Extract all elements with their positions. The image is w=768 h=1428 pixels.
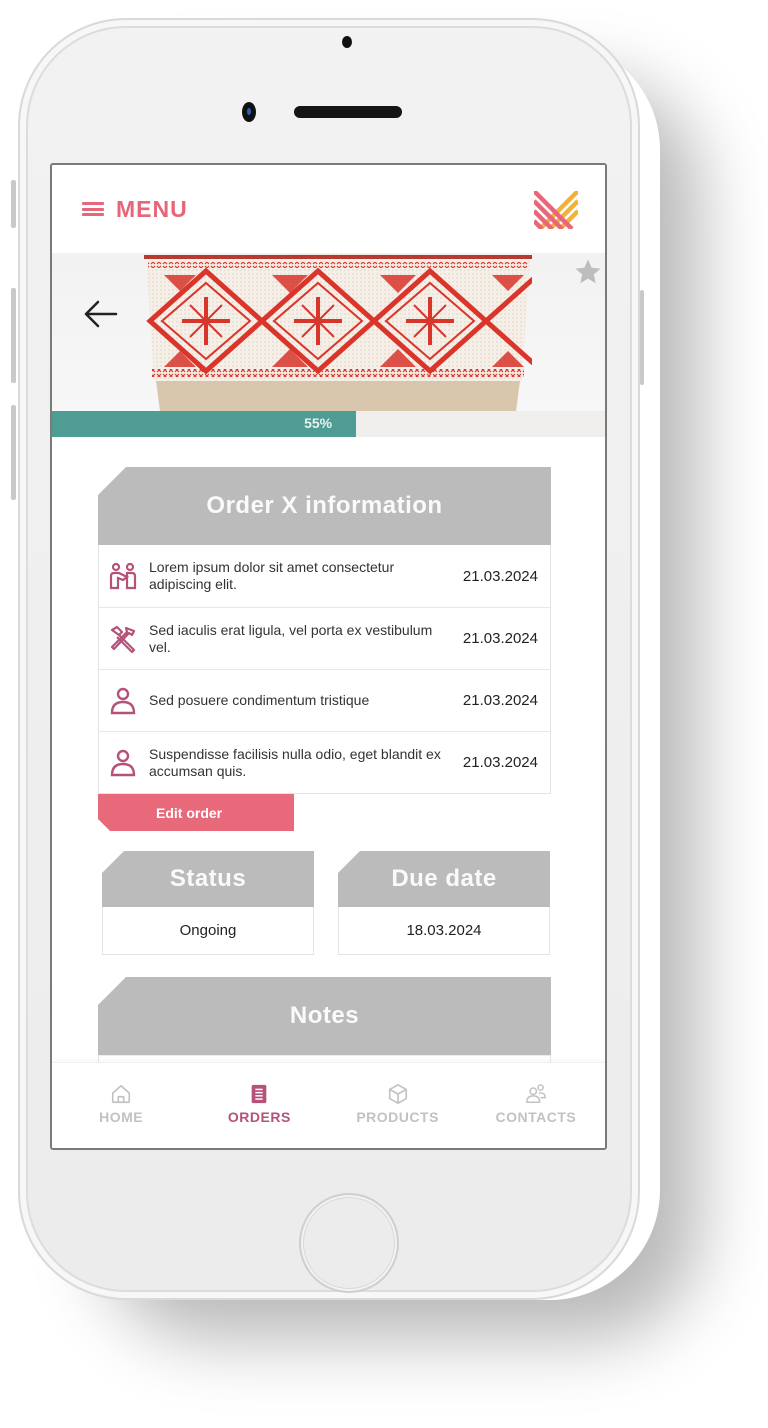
edit-order-button[interactable]: Edit order bbox=[98, 794, 294, 831]
hamburger-icon bbox=[82, 202, 104, 216]
order-info-row-text: Suspendisse facilisis nulla odio, eget b… bbox=[149, 745, 441, 779]
progress-label: 55% bbox=[304, 415, 333, 431]
due-date-card: Due date 18.03.2024 bbox=[338, 851, 550, 955]
order-info-card: Order X information Lorem ipsum dolor si… bbox=[98, 467, 551, 831]
order-info-row-text: Lorem ipsum dolor sit amet consectetur a… bbox=[149, 559, 395, 592]
order-info-title: Order X information bbox=[206, 492, 443, 519]
home-hardware-button[interactable] bbox=[299, 1193, 399, 1293]
person-icon bbox=[110, 687, 136, 714]
box-icon bbox=[388, 1083, 407, 1104]
contacts-icon bbox=[525, 1083, 546, 1103]
order-info-row-date: 21.03.2024 bbox=[462, 567, 538, 585]
arrow-left-icon[interactable] bbox=[82, 299, 118, 329]
mockup-stage: MENU 55% Order X information Lorem ipsum… bbox=[0, 0, 768, 1428]
due-date-title: Due date bbox=[391, 865, 497, 892]
nav-label-home: HOME bbox=[99, 1108, 144, 1125]
order-info-row[interactable]: Sed iaculis erat ligula, vel porta ex ve… bbox=[99, 607, 550, 669]
order-info-row[interactable]: Suspendisse facilisis nulla odio, eget b… bbox=[99, 731, 550, 793]
due-date-header: Due date bbox=[338, 851, 550, 907]
orders-icon bbox=[252, 1084, 267, 1103]
woven-logo-icon[interactable] bbox=[534, 191, 578, 229]
status-card: Status Ongoing bbox=[102, 851, 314, 955]
front-camera bbox=[242, 102, 256, 122]
proximity-sensor bbox=[342, 36, 352, 48]
nav-item-products[interactable]: PRODUCTS bbox=[329, 1063, 467, 1148]
nav-item-contacts[interactable]: CONTACTS bbox=[467, 1063, 605, 1148]
order-detail-content[interactable]: Order X information Lorem ipsum dolor si… bbox=[52, 437, 605, 1062]
home-icon bbox=[112, 1084, 131, 1103]
nav-item-orders[interactable]: ORDERS bbox=[190, 1063, 328, 1148]
volume-down-button bbox=[11, 405, 16, 500]
status-title: Status bbox=[169, 865, 247, 892]
order-info-row-text: Sed posuere condimentum tristique bbox=[149, 692, 370, 708]
product-hero bbox=[52, 253, 605, 411]
order-progress-bar: 55% bbox=[52, 411, 605, 437]
order-info-header: Order X information bbox=[98, 467, 551, 545]
person-icon bbox=[110, 749, 136, 776]
edit-order-label: Edit order bbox=[156, 804, 223, 821]
order-info-row-text: Sed iaculis erat ligula, vel porta ex ve… bbox=[149, 621, 433, 655]
status-header: Status bbox=[102, 851, 314, 907]
handshake-icon bbox=[109, 562, 137, 590]
volume-up-button bbox=[11, 288, 16, 383]
tools-icon bbox=[110, 625, 136, 653]
notes-body[interactable] bbox=[98, 1055, 551, 1062]
bottom-nav: HOME ORDERS PRODUCTS CONTACTS bbox=[52, 1062, 605, 1148]
menu-label: MENU bbox=[116, 195, 188, 222]
order-info-list: Lorem ipsum dolor sit amet consectetur a… bbox=[98, 545, 551, 794]
nav-label-contacts: CONTACTS bbox=[495, 1108, 577, 1125]
menu-button[interactable]: MENU bbox=[82, 196, 188, 223]
status-value: Ongoing bbox=[102, 907, 314, 955]
nav-label-products: PRODUCTS bbox=[356, 1108, 439, 1125]
order-info-row[interactable]: Sed posuere condimentum tristique 21.03.… bbox=[99, 669, 550, 731]
product-image bbox=[144, 254, 532, 411]
notes-card: Notes bbox=[98, 977, 551, 1062]
due-date-value: 18.03.2024 bbox=[338, 907, 550, 955]
notes-title: Notes bbox=[289, 1002, 360, 1029]
order-info-row[interactable]: Lorem ipsum dolor sit amet consectetur a… bbox=[99, 545, 550, 607]
nav-label-orders: ORDERS bbox=[227, 1108, 291, 1125]
app-screen: MENU 55% Order X information Lorem ipsum… bbox=[50, 163, 607, 1150]
notes-header: Notes bbox=[98, 977, 551, 1055]
power-button bbox=[640, 290, 644, 385]
mute-switch bbox=[11, 180, 16, 228]
nav-item-home[interactable]: HOME bbox=[52, 1063, 190, 1148]
order-info-row-date: 21.03.2024 bbox=[462, 692, 538, 709]
star-icon[interactable] bbox=[573, 257, 603, 287]
earpiece-speaker bbox=[294, 106, 402, 118]
top-bar: MENU bbox=[52, 165, 605, 253]
order-info-row-date: 21.03.2024 bbox=[462, 754, 538, 771]
order-info-row-date: 21.03.2024 bbox=[462, 630, 538, 647]
